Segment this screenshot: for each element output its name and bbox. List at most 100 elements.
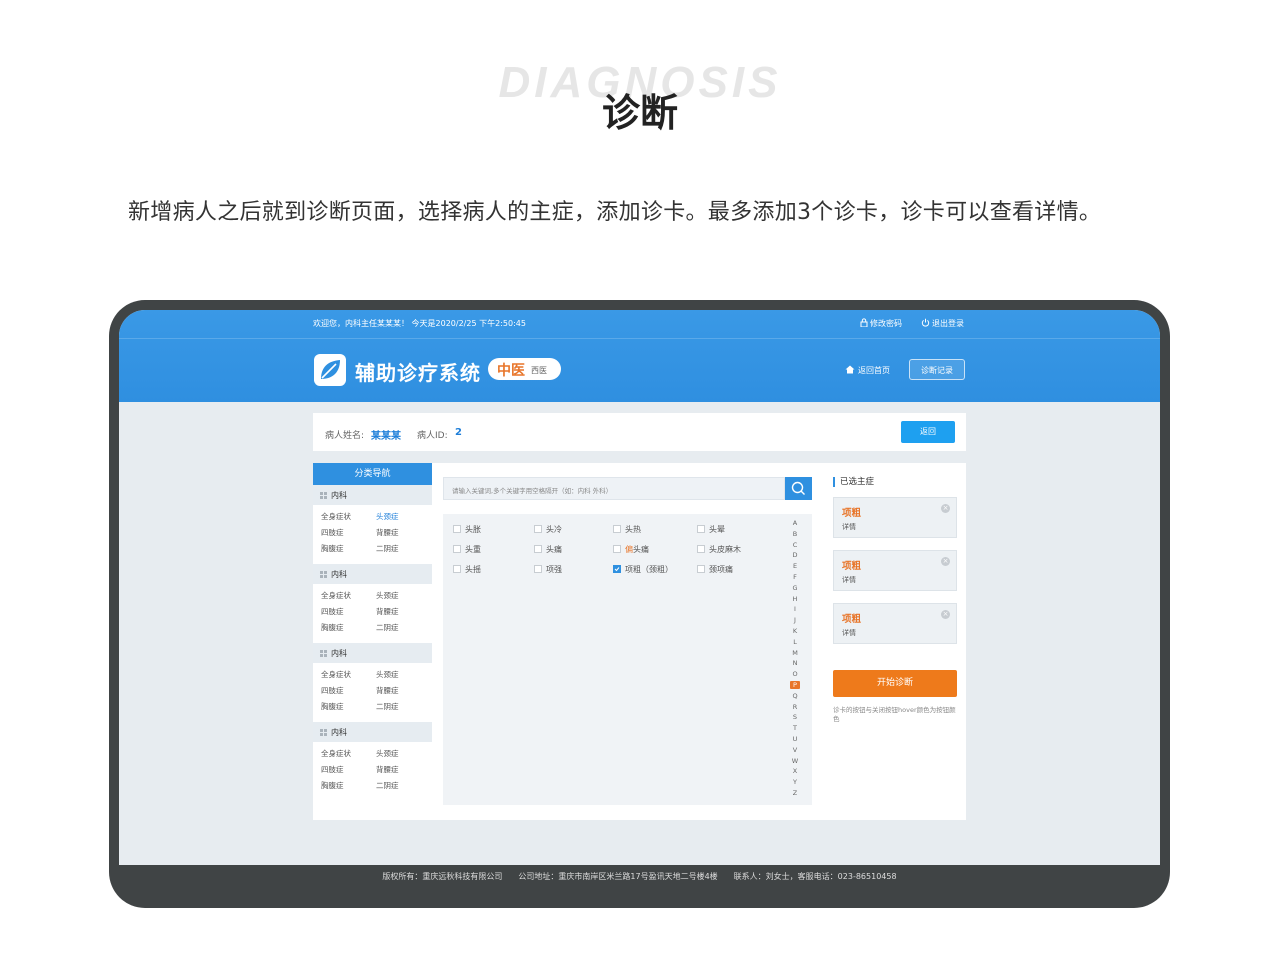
symptom-option[interactable]: 头晕 xyxy=(697,524,725,535)
sidebar-item[interactable]: 二阴症 xyxy=(376,622,399,633)
sidebar-item[interactable]: 二阴症 xyxy=(376,780,399,791)
checkbox[interactable] xyxy=(613,565,621,573)
alphabet-letter-v[interactable]: V xyxy=(790,746,800,754)
checkbox[interactable] xyxy=(453,545,461,553)
alphabet-letter-u[interactable]: U xyxy=(790,735,800,743)
sidebar-item[interactable]: 头颈症 xyxy=(376,590,399,601)
sidebar-item[interactable]: 四肢症 xyxy=(321,764,344,775)
sidebar-item[interactable]: 头颈症 xyxy=(376,669,399,680)
alphabet-letter-t[interactable]: T xyxy=(790,724,800,732)
alphabet-letter-x[interactable]: X xyxy=(790,767,800,775)
home-link[interactable]: 返回首页 xyxy=(845,365,890,376)
checkbox[interactable] xyxy=(453,565,461,573)
alphabet-letter-p[interactable]: P xyxy=(790,681,800,689)
records-button[interactable]: 诊断记录 xyxy=(909,359,965,380)
sidebar-item[interactable]: 四肢症 xyxy=(321,606,344,617)
mode-western[interactable]: 西医 xyxy=(531,365,547,376)
alphabet-letter-k[interactable]: K xyxy=(790,627,800,635)
sidebar-category[interactable]: 内科 xyxy=(313,485,432,505)
back-button[interactable]: 返回 xyxy=(901,421,955,443)
alphabet-letter-z[interactable]: Z xyxy=(790,789,800,797)
symptom-option[interactable]: 头摇 xyxy=(453,564,481,575)
logout-link[interactable]: 退出登录 xyxy=(921,318,964,329)
alphabet-letter-i[interactable]: I xyxy=(790,605,800,613)
checkbox[interactable] xyxy=(697,545,705,553)
card-detail-link[interactable]: 详情 xyxy=(842,628,856,638)
alphabet-letter-q[interactable]: Q xyxy=(790,692,800,700)
alphabet-letter-y[interactable]: Y xyxy=(790,778,800,786)
alphabet-letter-b[interactable]: B xyxy=(790,530,800,538)
card-detail-link[interactable]: 详情 xyxy=(842,575,856,585)
alphabet-letter-g[interactable]: G xyxy=(790,584,800,592)
search-input[interactable]: 请输入关键词,多个关键字用空格隔开（如：内科 外科） xyxy=(443,477,785,500)
diagnosis-card[interactable]: 项粗 详情 × xyxy=(833,603,957,644)
sidebar-category[interactable]: 内科 xyxy=(313,564,432,584)
sidebar-item[interactable]: 背腰症 xyxy=(376,764,399,775)
alphabet-letter-s[interactable]: S xyxy=(790,713,800,721)
sidebar-category[interactable]: 内科 xyxy=(313,722,432,742)
checkbox[interactable] xyxy=(613,525,621,533)
sidebar-item[interactable]: 背腰症 xyxy=(376,606,399,617)
checkbox[interactable] xyxy=(534,525,542,533)
alphabet-letter-f[interactable]: F xyxy=(790,573,800,581)
checkbox[interactable] xyxy=(697,525,705,533)
symptom-option[interactable]: 头重 xyxy=(453,544,481,555)
card-detail-link[interactable]: 详情 xyxy=(842,522,856,532)
sidebar-item[interactable]: 四肢症 xyxy=(321,685,344,696)
alphabet-letter-j[interactable]: J xyxy=(790,616,800,624)
symptom-option[interactable]: 头痛 xyxy=(534,544,562,555)
start-diagnosis-button[interactable]: 开始诊断 xyxy=(833,670,957,697)
sidebar-item[interactable]: 胸腹症 xyxy=(321,622,344,633)
sidebar-item[interactable]: 全身症状 xyxy=(321,669,351,680)
alphabet-letter-d[interactable]: D xyxy=(790,551,800,559)
close-icon[interactable]: × xyxy=(941,557,950,566)
alphabet-letter-n[interactable]: N xyxy=(790,659,800,667)
sidebar-category[interactable]: 内科 xyxy=(313,643,432,663)
sidebar-item[interactable]: 头颈症 xyxy=(376,511,399,522)
sidebar-item[interactable]: 胸腹症 xyxy=(321,543,344,554)
symptom-option[interactable]: 项粗（颈粗） xyxy=(613,564,673,575)
mode-tcm[interactable]: 中医 xyxy=(497,360,525,380)
alphabet-letter-m[interactable]: M xyxy=(790,649,800,657)
mode-switch[interactable]: 中医 西医 xyxy=(488,358,561,380)
symptom-option[interactable]: 颈项痛 xyxy=(697,564,733,575)
sidebar-item[interactable]: 背腰症 xyxy=(376,685,399,696)
checkbox[interactable] xyxy=(613,545,621,553)
checkbox[interactable] xyxy=(534,545,542,553)
lock-icon xyxy=(860,318,868,328)
alphabet-letter-c[interactable]: C xyxy=(790,541,800,549)
sidebar-item[interactable]: 二阴症 xyxy=(376,701,399,712)
sidebar-item[interactable]: 头颈症 xyxy=(376,748,399,759)
alphabet-letter-a[interactable]: A xyxy=(790,519,800,527)
checkbox[interactable] xyxy=(453,525,461,533)
alphabet-letter-e[interactable]: E xyxy=(790,562,800,570)
alphabet-letter-l[interactable]: L xyxy=(790,638,800,646)
close-icon[interactable]: × xyxy=(941,504,950,513)
symptom-option[interactable]: 头胀 xyxy=(453,524,481,535)
search-button[interactable] xyxy=(785,477,812,500)
symptom-option[interactable]: 项强 xyxy=(534,564,562,575)
sidebar-item[interactable]: 二阴症 xyxy=(376,543,399,554)
sidebar-item[interactable]: 四肢症 xyxy=(321,527,344,538)
symptom-option[interactable]: 头热 xyxy=(613,524,641,535)
change-password-link[interactable]: 修改密码 xyxy=(860,318,902,329)
checkbox[interactable] xyxy=(534,565,542,573)
sidebar-item[interactable]: 胸腹症 xyxy=(321,701,344,712)
close-icon[interactable]: × xyxy=(941,610,950,619)
symptom-label: 头皮麻木 xyxy=(709,545,741,554)
alphabet-letter-w[interactable]: W xyxy=(790,757,800,765)
sidebar-item[interactable]: 全身症状 xyxy=(321,748,351,759)
sidebar-item[interactable]: 全身症状 xyxy=(321,511,351,522)
alphabet-letter-h[interactable]: H xyxy=(790,595,800,603)
diagnosis-card[interactable]: 项粗 详情 × xyxy=(833,497,957,538)
sidebar-item[interactable]: 胸腹症 xyxy=(321,780,344,791)
sidebar-item[interactable]: 背腰症 xyxy=(376,527,399,538)
checkbox[interactable] xyxy=(697,565,705,573)
symptom-option[interactable]: 头冷 xyxy=(534,524,562,535)
symptom-option[interactable]: 头皮麻木 xyxy=(697,544,741,555)
sidebar-item[interactable]: 全身症状 xyxy=(321,590,351,601)
symptom-option[interactable]: 偏头痛 xyxy=(613,544,649,555)
alphabet-letter-r[interactable]: R xyxy=(790,703,800,711)
alphabet-letter-o[interactable]: O xyxy=(790,670,800,678)
diagnosis-card[interactable]: 项粗 详情 × xyxy=(833,550,957,591)
